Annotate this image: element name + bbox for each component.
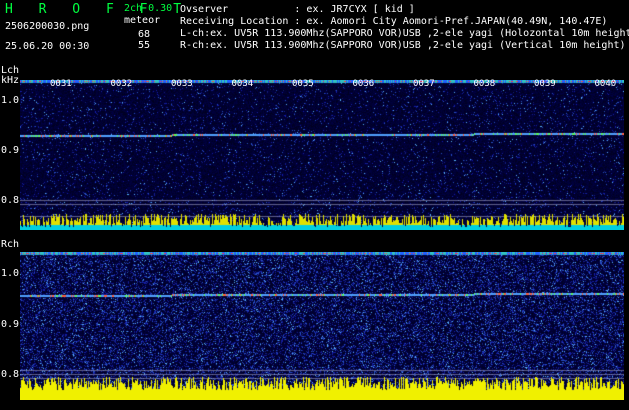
rch-channel-label: Rch (1, 239, 20, 250)
lch-ytick-3: 0.8 (1, 195, 20, 206)
rch-spectrogram-canvas (20, 252, 624, 400)
meteor-label: meteor (124, 15, 161, 26)
lch-spectrogram (20, 80, 624, 230)
lch-spectrogram-canvas (20, 80, 624, 230)
location-info: Receiving Location : ex. Aomori City Aom… (180, 16, 608, 27)
observer-info: Ovserver : ex. JR7CYX [ kid ] (180, 4, 415, 15)
meteor-count-rch: 55 (138, 40, 151, 51)
lch-ytick-1: 1.0 (1, 95, 20, 106)
time-tick-0037: 0037 (413, 79, 435, 89)
time-tick-0032: 0032 (110, 79, 133, 89)
rch-receiver-info: R-ch:ex. UV5R 113.900Mhz(SAPPORO VOR)USB… (180, 40, 626, 51)
time-tick-0036: 0036 (352, 79, 375, 89)
lch-receiver-info: L-ch:ex. UV5R 113.900Mhz(SAPPORO VOR)USB… (180, 28, 629, 39)
time-tick-0038: 0038 (473, 79, 496, 89)
lch-unit-label: kHz (1, 75, 20, 86)
rch-ytick-3: 0.8 (1, 369, 20, 380)
rch-ytick-2: 0.9 (1, 319, 20, 330)
time-tick-0039: 0039 (534, 79, 556, 89)
time-tick-0035: 0035 (292, 79, 314, 89)
time-tick-0034: 0034 (231, 79, 254, 89)
datetime-label: 25.06.20 00:30 (5, 41, 90, 52)
rch-ytick-1: 1.0 (1, 268, 20, 279)
meteor-count-lch: 68 (138, 29, 151, 40)
lch-ytick-2: 0.9 (1, 145, 20, 156)
channel-config-label: 2ch 0.30 (124, 3, 173, 14)
time-tick-0040: 0040 (594, 79, 617, 89)
rch-spectrogram (20, 252, 624, 400)
time-tick-0033: 0033 (171, 79, 193, 89)
time-tick-0031: 0031 (50, 79, 72, 89)
filename-label: 2506200030.png (5, 21, 90, 32)
